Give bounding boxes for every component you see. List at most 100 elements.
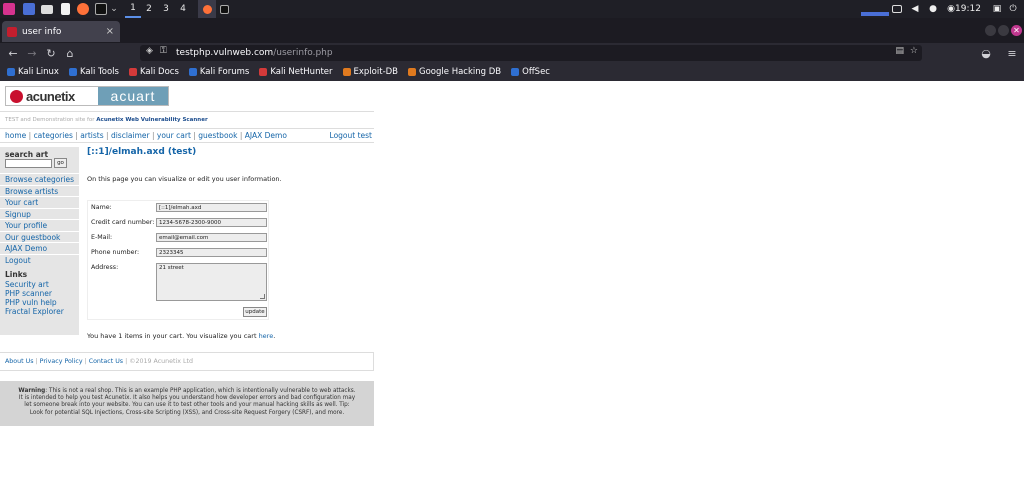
logout-link[interactable]: Logout test [330, 129, 372, 142]
address-value: 21 street [159, 265, 184, 271]
terminal-icon[interactable] [94, 0, 108, 18]
shield-icon[interactable]: ◈ [146, 46, 153, 56]
footer-contact-us[interactable]: Contact Us [89, 358, 123, 365]
address-label: Address: [91, 264, 119, 271]
bookmark-star-icon[interactable]: ☆ [910, 46, 918, 56]
name-field[interactable]: [::1]/elmah.axd [156, 203, 267, 212]
sidebar-item-signup[interactable]: Signup [0, 207, 79, 220]
acunetix-logo-icon [10, 89, 23, 103]
chevron-down-icon[interactable]: ⌄ [108, 0, 120, 18]
bookmark-offsec[interactable]: OffSec [511, 67, 550, 77]
sidebar-link-security-art[interactable]: Security art [5, 280, 49, 289]
resize-grip-icon[interactable] [260, 294, 265, 299]
cart-here-link[interactable]: here [259, 332, 274, 340]
phone-label: Phone number: [91, 249, 140, 256]
search-go-button[interactable]: go [54, 158, 67, 168]
sidebar-item-ajax-demo[interactable]: AJAX Demo [0, 242, 79, 254]
bookmark-kali-tools[interactable]: Kali Tools [68, 67, 119, 77]
firefox-icon[interactable] [76, 0, 90, 18]
bookmark-kali-nethunter[interactable]: Kali NetHunter [259, 67, 333, 77]
file-manager-icon[interactable] [40, 0, 54, 18]
sidebar: search art go Browse categories Browse a… [0, 147, 79, 335]
warning-box: Warning: This is not a real shop. This i… [0, 381, 374, 426]
pocket-icon[interactable]: ◒ [976, 43, 996, 63]
menu-disclaimer[interactable]: disclaimer [111, 131, 150, 140]
workspace-2[interactable]: 2 [141, 0, 157, 18]
sidebar-item-your-profile[interactable]: Your profile [0, 219, 79, 231]
sidebar-item-your-cart[interactable]: Your cart [0, 196, 79, 208]
app-menu-icon[interactable]: ≡ [1002, 43, 1022, 63]
network-graph-icon [860, 0, 890, 18]
links-title: Links [5, 270, 28, 279]
workspace-1[interactable]: 1 [125, 0, 141, 18]
sidebar-link-fractal-explorer[interactable]: Fractal Explorer [5, 307, 64, 316]
acunetix-favicon-icon [7, 26, 17, 37]
tab-close-icon[interactable]: × [106, 26, 114, 37]
address-textarea[interactable]: 21 street [156, 263, 267, 301]
lock-icon[interactable]: ▣ [990, 0, 1004, 18]
tab-user-info[interactable]: user info × [2, 21, 120, 42]
bookmark-label: Kali Tools [79, 67, 119, 77]
bookmark-label: Kali Forums [199, 67, 250, 77]
cart-text-end: . [273, 332, 276, 340]
site-logo[interactable]: acunetix acuart [5, 86, 169, 106]
bookmark-kali-docs[interactable]: Kali Docs [128, 67, 179, 77]
update-button[interactable]: update [243, 307, 267, 317]
sidebar-link-php-vuln-help[interactable]: PHP vuln help [5, 298, 57, 307]
volume-icon[interactable]: ◀ [908, 0, 922, 18]
sidebar-item-logout[interactable]: Logout [0, 253, 79, 266]
menu-artists[interactable]: artists [80, 131, 103, 140]
menu-guestbook[interactable]: guestbook [198, 131, 237, 140]
cart-summary: You have 1 items in your cart. You visua… [87, 332, 275, 340]
search-input[interactable] [5, 159, 52, 168]
notification-bell-icon[interactable]: ● [926, 0, 940, 18]
acunetix-scanner-link[interactable]: Acunetix Web Vulnerability Scanner [96, 117, 207, 123]
reload-icon[interactable]: ↻ [41, 43, 61, 63]
phone-field[interactable]: 2323345 [156, 248, 267, 257]
bookmark-google-hacking-db[interactable]: Google Hacking DB [408, 67, 501, 77]
minimize-window-button[interactable] [985, 25, 996, 36]
workspace-4[interactable]: 4 [175, 0, 191, 18]
menu-your-cart[interactable]: your cart [157, 131, 191, 140]
browser-tab-strip: user info × + [0, 18, 1024, 56]
close-window-button[interactable]: ✕ [1011, 25, 1022, 36]
url-bar[interactable]: ◈ ⚿ testphp.vulnweb.com/userinfo.php ▤ ☆ [140, 45, 922, 61]
kali-docs-icon [128, 68, 137, 76]
reader-view-icon[interactable]: ▤ [895, 46, 904, 56]
sidebar-item-browse-artists[interactable]: Browse artists [0, 184, 79, 197]
acunetix-logo: acunetix [6, 87, 98, 105]
menu-home[interactable]: home [5, 131, 26, 140]
sidebar-link-php-scanner[interactable]: PHP scanner [5, 289, 52, 298]
sidebar-item-browse-categories[interactable]: Browse categories [0, 173, 79, 185]
user-info-form: Name: [::1]/elmah.axd Credit card number… [87, 200, 269, 320]
bookmark-exploit-db[interactable]: Exploit-DB [342, 67, 398, 77]
menu-categories[interactable]: categories [34, 131, 73, 140]
terminal-window-button[interactable] [217, 0, 231, 18]
footer-privacy-policy[interactable]: Privacy Policy [40, 358, 83, 365]
bookmark-kali-linux[interactable]: Kali Linux [7, 67, 59, 77]
kali-menu-icon[interactable] [2, 0, 16, 18]
desktop-icon[interactable] [22, 0, 36, 18]
forward-arrow-icon[interactable]: → [22, 43, 42, 63]
name-label: Name: [91, 204, 112, 211]
firefox-window-button[interactable] [198, 0, 216, 18]
credit-card-label: Credit card number: [91, 219, 155, 226]
footer-about-us[interactable]: About Us [5, 358, 34, 365]
power-icon[interactable]: ⏻ [1006, 0, 1020, 18]
bookmark-kali-forums[interactable]: Kali Forums [188, 67, 250, 77]
kali-nethunter-icon [259, 68, 268, 76]
text-editor-icon[interactable] [58, 0, 72, 18]
acuart-logo-text: acuart [110, 88, 156, 104]
back-arrow-icon[interactable]: ← [3, 43, 23, 63]
sidebar-item-our-guestbook[interactable]: Our guestbook [0, 230, 79, 243]
bookmarks-toolbar: Kali Linux Kali Tools Kali Docs Kali For… [0, 63, 1024, 81]
email-field[interactable]: email@email.com [156, 233, 267, 242]
kali-forums-icon [188, 68, 197, 76]
maximize-window-button[interactable] [998, 25, 1009, 36]
menu-ajax-demo[interactable]: AJAX Demo [245, 131, 287, 140]
monitor-icon[interactable] [890, 0, 904, 18]
not-secure-lock-icon[interactable]: ⚿ [160, 46, 167, 56]
home-icon[interactable]: ⌂ [60, 43, 80, 63]
workspace-3[interactable]: 3 [158, 0, 174, 18]
credit-card-field[interactable]: 1234-5678-2300-9000 [156, 218, 267, 227]
